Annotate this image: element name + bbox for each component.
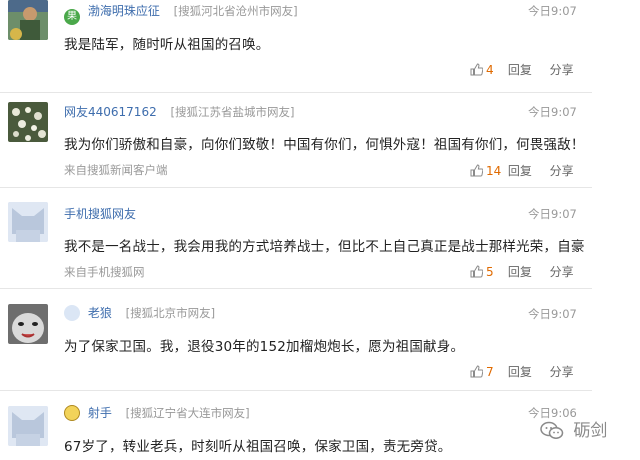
comment-time: 今日9:07 [528,307,577,321]
reply-button[interactable]: 回复 [508,61,546,78]
comment-header: 手机搜狐网友 [64,205,136,222]
like-button[interactable]: 4 [470,63,504,77]
thumbs-up-icon [470,164,484,177]
user-avatar[interactable] [8,102,48,142]
user-location: [搜狐河北省沧州市网友] [173,4,298,18]
user-location: [搜狐辽宁省大连市网友] [125,406,250,420]
reply-button[interactable]: 回复 [508,162,546,179]
comment-text: 我不是一名战士，我会用我的方式培养战士，但比不上自己真正是战士那样光荣，自豪 [64,239,585,255]
comment-header: 网友440617162 [搜狐江苏省盐城市网友] [64,103,295,120]
user-badge-icon [64,305,80,321]
comment-header: 老狼 [搜狐北京市网友] [64,304,215,321]
user-badge-icon [64,405,80,421]
user-location: [搜狐江苏省盐城市网友] [170,105,295,119]
comment-item: 手机搜狐网友 今日9:07 我不是一名战士，我会用我的方式培养战士，但比不上自己… [0,188,640,284]
default-avatar-icon[interactable] [8,202,48,242]
comment-time: 今日9:07 [528,105,577,119]
like-count: 4 [486,63,494,77]
comment-text: 为了保家卫国。我，退役30年的152加榴炮炮长，愿为祖国献身。 [64,339,465,355]
comment-actions: 7 回复 分享 [470,363,574,380]
comment-list: 果 渤海明珠应征 [搜狐河北省沧州市网友] 今日9:07 我是陆军，随时听从祖国… [0,0,640,460]
comment-time: 今日9:07 [528,4,577,18]
comment-time: 今日9:07 [528,207,577,221]
like-button[interactable]: 7 [470,365,504,379]
comment-text: 我是陆军，随时听从祖国的召唤。 [64,37,270,53]
username-link[interactable]: 网友440617162 [64,105,157,119]
comment-text: 我为你们骄傲和自豪，向你们致敬！中国有你们，何惧外寇！祖国有你们，何畏强敌！ [64,137,585,153]
share-button[interactable]: 分享 [550,263,574,280]
like-button[interactable]: 5 [470,265,504,279]
username-link[interactable]: 射手 [88,406,112,420]
comment-item: 老狼 [搜狐北京市网友] 今日9:07 为了保家卫国。我，退役30年的152加榴… [0,289,640,386]
share-button[interactable]: 分享 [550,61,574,78]
wechat-watermark: 砺剑 [540,416,607,441]
thumbs-up-icon [470,63,484,76]
comment-source: 来自手机搜狐网 [64,265,145,279]
comment-header: 果 渤海明珠应征 [搜狐河北省沧州市网友] [64,2,298,25]
share-button[interactable]: 分享 [550,363,574,380]
user-location: [搜狐北京市网友] [125,306,216,320]
like-count: 5 [486,265,494,279]
like-count: 14 [486,164,502,178]
comment-actions: 14 回复 分享 [470,162,574,179]
like-button[interactable]: 14 [470,164,504,178]
like-count: 7 [486,365,494,379]
wechat-icon [540,421,564,439]
default-avatar-icon[interactable] [8,406,48,446]
thumbs-up-icon [470,365,484,378]
thumbs-up-icon [470,265,484,278]
user-badge-icon: 果 [64,9,80,25]
comment-actions: 4 回复 分享 [470,61,574,78]
username-link[interactable]: 手机搜狐网友 [64,207,136,221]
username-link[interactable]: 老狼 [88,306,112,320]
share-button[interactable]: 分享 [550,162,574,179]
reply-button[interactable]: 回复 [508,263,546,280]
comment-source: 来自搜狐新闻客户端 [64,163,168,177]
reply-button[interactable]: 回复 [508,363,546,380]
comment-actions: 5 回复 分享 [470,263,574,280]
comment-item: 果 渤海明珠应征 [搜狐河北省沧州市网友] 今日9:07 我是陆军，随时听从祖国… [0,0,640,92]
user-avatar[interactable] [8,304,48,344]
username-link[interactable]: 渤海明珠应征 [88,4,160,18]
user-avatar[interactable] [8,0,48,40]
watermark-text: 砺剑 [573,421,608,441]
comment-text: 67岁了，转业老兵，时刻听从祖国召唤，保家卫国，责无旁贷。 [64,439,452,455]
comment-header: 射手 [搜狐辽宁省大连市网友] [64,404,250,421]
comment-item: 网友440617162 [搜狐江苏省盐城市网友] 今日9:07 我为你们骄傲和自… [0,93,640,185]
